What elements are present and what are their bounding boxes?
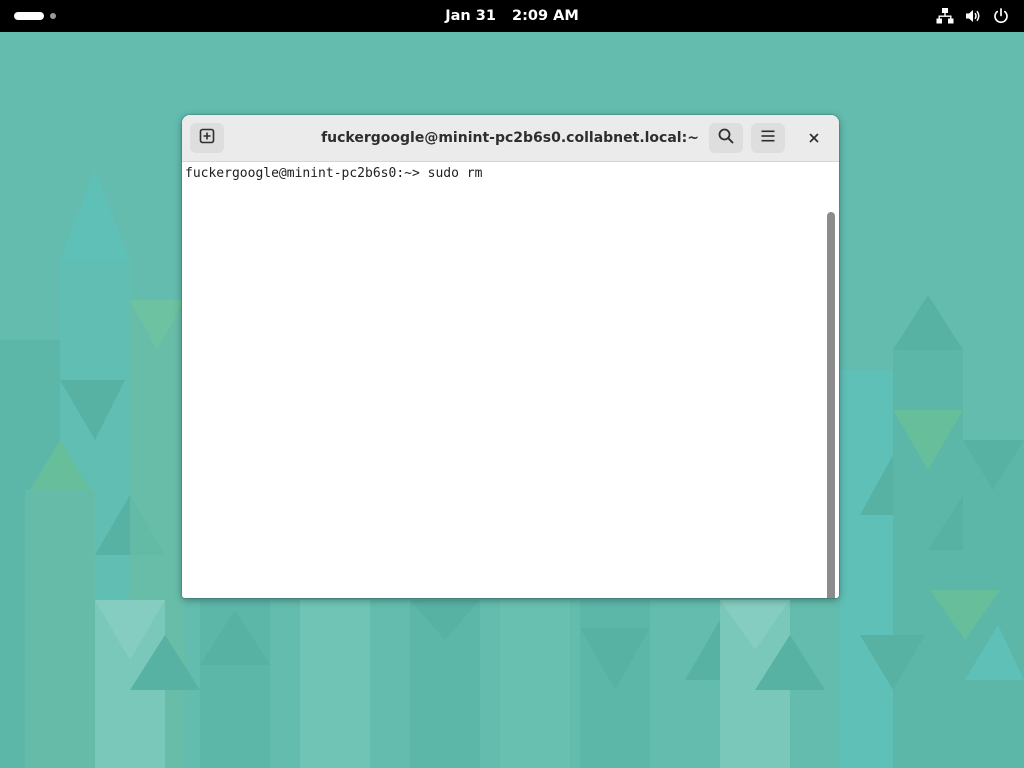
shell-prompt: fuckergoogle@minint-pc2b6s0:~> bbox=[185, 166, 420, 181]
new-tab-icon bbox=[199, 128, 215, 148]
terminal-scrollbar[interactable] bbox=[827, 212, 835, 598]
clock: Jan 31 2:09 AM bbox=[0, 0, 1024, 32]
volume-icon[interactable] bbox=[964, 7, 982, 25]
activities-button[interactable] bbox=[14, 11, 56, 21]
terminal-window[interactable]: fuckergoogle@minint-pc2b6s0.collabnet.lo… bbox=[182, 115, 839, 598]
terminal-line[interactable]: fuckergoogle@minint-pc2b6s0:~> sudo rm bbox=[185, 165, 482, 182]
power-icon[interactable] bbox=[992, 7, 1010, 25]
hamburger-menu-icon bbox=[760, 128, 776, 148]
main-menu-button[interactable] bbox=[751, 123, 785, 153]
new-tab-button[interactable] bbox=[190, 123, 224, 153]
close-icon bbox=[808, 129, 820, 148]
typed-command: sudo rm bbox=[427, 166, 483, 181]
clock-date[interactable]: Jan 31 bbox=[445, 8, 496, 24]
clock-time[interactable]: 2:09 AM bbox=[512, 8, 579, 24]
workspace-indicator[interactable] bbox=[50, 13, 56, 19]
window-title: fuckergoogle@minint-pc2b6s0.collabnet.lo… bbox=[321, 130, 699, 146]
search-icon bbox=[718, 128, 734, 148]
top-bar: Jan 31 2:09 AM bbox=[0, 0, 1024, 32]
terminal-content[interactable]: fuckergoogle@minint-pc2b6s0:~> sudo rm bbox=[182, 162, 839, 598]
system-tray[interactable] bbox=[936, 6, 1010, 26]
workspace-indicator-active[interactable] bbox=[14, 12, 44, 20]
close-button[interactable] bbox=[802, 126, 826, 150]
network-wired-icon[interactable] bbox=[936, 7, 954, 25]
terminal-headerbar[interactable]: fuckergoogle@minint-pc2b6s0.collabnet.lo… bbox=[182, 115, 839, 162]
search-button[interactable] bbox=[709, 123, 743, 153]
desktop: Jan 31 2:09 AM fuckergoogle@minint-pc2b6… bbox=[0, 0, 1024, 768]
